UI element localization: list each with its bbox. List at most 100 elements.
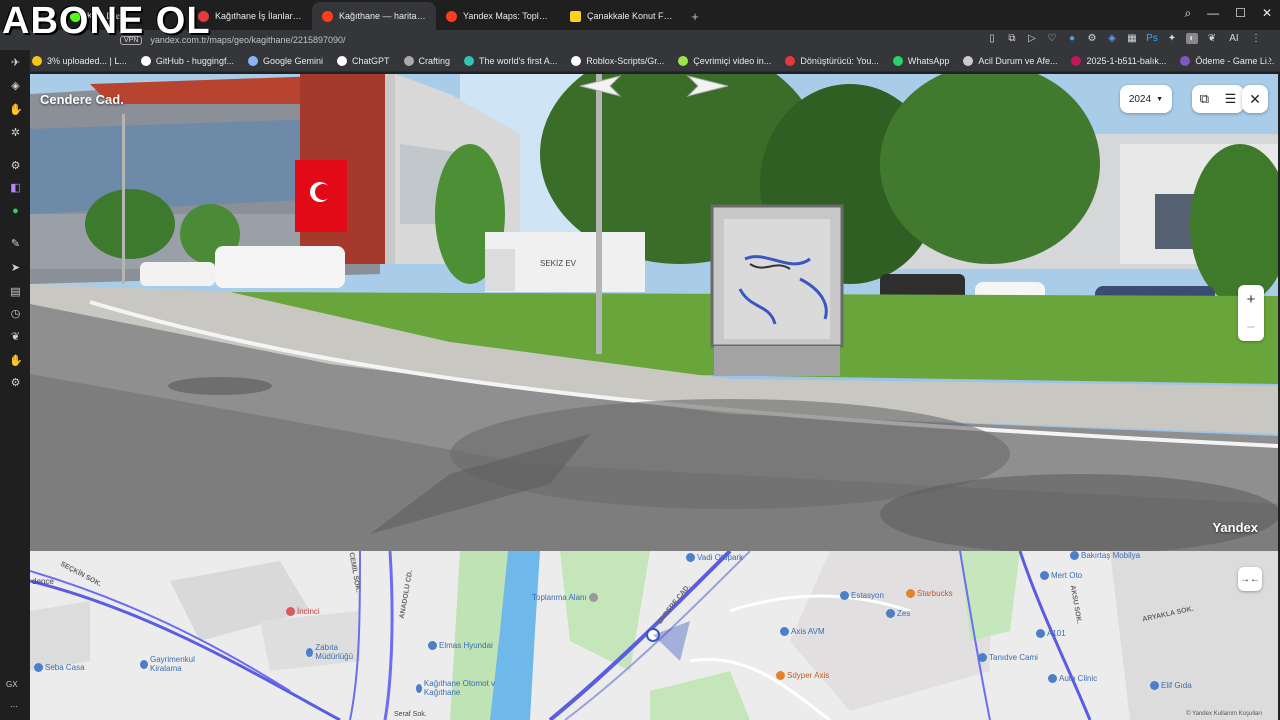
poi-label: Auto Clinic [1059, 674, 1098, 683]
map-poi[interactable]: Estasyon [840, 591, 884, 600]
bookmark-item[interactable]: The world's first A... [464, 55, 557, 66]
menu-icon[interactable]: ☰ [1225, 91, 1237, 107]
ps-icon[interactable]: Ps [1146, 33, 1158, 44]
close-window-icon[interactable]: ✕ [1262, 6, 1272, 21]
map-poi[interactable]: Sdyper Axis [776, 671, 829, 680]
bookmark-label: 2025-1-b511-balık... [1086, 55, 1167, 66]
map-poi[interactable]: İncinci [286, 607, 320, 616]
map-poi[interactable]: Auto Clinic [1048, 674, 1097, 683]
grocery-icon [1150, 681, 1159, 690]
compass-icon[interactable]: ◈ [9, 80, 22, 93]
map-poi[interactable]: Vadi Otopark [686, 553, 743, 562]
leaf-icon[interactable]: ❦ [1206, 33, 1218, 44]
subscribe-watermark: ABONE OL [2, 0, 211, 42]
truck-sign-text: SEKİZ EV [540, 259, 577, 268]
bookmark-item[interactable]: Acil Durum ve Afe... [963, 55, 1057, 66]
messenger-icon[interactable]: ◧ [9, 182, 22, 195]
year-select[interactable]: 2024 ▼ [1119, 85, 1172, 113]
bookmark-item[interactable]: Crafting [403, 55, 450, 66]
map-poi[interactable]: Gayrimenkul Kiralama [140, 655, 220, 673]
search-tabs-icon[interactable]: ⌕ [1184, 6, 1191, 21]
tab-kagithane-map[interactable]: Kağıthane — harita, görüle [312, 2, 436, 30]
hand-icon[interactable]: ✋ [9, 355, 23, 368]
clock-icon[interactable]: ◷ [9, 308, 22, 321]
cast-icon[interactable]: ▷ [1026, 33, 1038, 44]
map-poi[interactable]: Axis AVM [780, 627, 825, 636]
close-panorama-button[interactable]: ✕ [1242, 85, 1268, 113]
street-panorama[interactable]: SEKİZ EV Cendere Cad. 2024 ▼ ⧉ ☰ ✕ + − Y… [30, 74, 1278, 551]
collapse-map-button[interactable]: →← [1238, 567, 1262, 591]
map-poi[interactable]: Mert Oto [1040, 571, 1082, 580]
left-sidebar: ✈ ◈ ✋ ✲ ⚙ ◧ ● ✎ ➤ ▤ ◷ ❦ ✋ ⚙ GX ⋯ [0, 50, 30, 720]
map-poi[interactable]: A101 [1036, 629, 1066, 638]
zoom-in-button[interactable]: + [1247, 291, 1256, 308]
map-poi[interactable]: Seba Casa [34, 663, 85, 672]
bookmark-label: Dönüştürücü: You... [800, 55, 879, 66]
map-poi[interactable]: Kağıthane Otomot v Kağıthane [416, 679, 496, 697]
heart-icon[interactable]: ♡ [1046, 33, 1058, 44]
map-poi[interactable]: Toplanma Alanı [532, 593, 598, 602]
bookmark-item[interactable]: Çevrimiçi video in... [678, 55, 771, 66]
bookmark-label: Roblox-Scripts/Gr... [586, 55, 665, 66]
map-poi[interactable]: Starbucks [906, 589, 953, 598]
bookmark-item[interactable]: 3% uploaded... | L... [32, 55, 127, 66]
map-poi[interactable]: Tanıdve Cami [978, 653, 1038, 662]
nav-arrow-right-icon[interactable] [686, 74, 730, 98]
puzzle-icon[interactable]: ▦ [1126, 33, 1138, 44]
new-tab-button[interactable]: + [684, 5, 706, 27]
tab-canakkale-prices[interactable]: Çanakkale Konut Fiyatları [560, 2, 684, 30]
arrow-icon[interactable]: ➤ [9, 262, 22, 275]
edge-icon[interactable]: ● [1066, 33, 1078, 44]
bookmark-icon[interactable]: ▯ [986, 33, 998, 44]
map-poi[interactable]: Bakırtaş Mobilya [1070, 551, 1140, 560]
bookmark-item[interactable]: Dönüştürücü: You... [785, 55, 879, 66]
government-icon [306, 647, 314, 657]
avatar[interactable]: ◐ [1186, 33, 1198, 44]
tab-yandex-transit[interactable]: Yandex Maps: Toplu taşım [436, 2, 560, 30]
assembly-point-icon [588, 593, 598, 602]
map-poi[interactable]: Zes [886, 609, 910, 618]
sidebar-more-icon[interactable]: ⋯ [10, 702, 18, 711]
brush-icon[interactable]: ✎ [9, 238, 22, 251]
star-icon[interactable]: ✲ [9, 127, 22, 140]
zoom-out-button[interactable]: − [1247, 319, 1256, 336]
window-controls: ⌕ — ☐ ✕ [1184, 6, 1272, 21]
cube-icon[interactable]: ◈ [1106, 33, 1118, 44]
bookmark-item[interactable]: 2025-1-b511-balık... [1071, 55, 1167, 66]
extension-icon[interactable]: ⚙ [1086, 33, 1098, 44]
open-external-icon[interactable]: ⧉ [1200, 91, 1209, 107]
hand-icon[interactable]: ✋ [9, 104, 23, 117]
mini-map[interactable]: Mert Oto Bakırtaş Mobilya Estasyon Starb… [30, 551, 1278, 720]
nav-arrow-left-icon[interactable] [578, 74, 622, 98]
book-icon[interactable]: ▤ [9, 286, 22, 299]
bookmark-item[interactable]: Ödeme - Game Li... [1180, 55, 1274, 66]
bookmarks-more-icon[interactable]: › [1268, 54, 1272, 66]
map-poi[interactable]: Elmas Hyundai [428, 641, 493, 650]
minimize-icon[interactable]: — [1207, 6, 1219, 21]
bookmark-item[interactable]: ChatGPT [336, 55, 390, 66]
pin-icon[interactable]: ✈ [9, 57, 22, 70]
github-icon [140, 55, 151, 66]
screenshot-icon[interactable]: ⧉ [1006, 33, 1018, 44]
address-bar[interactable]: VPN yandex.com.tr/maps/geo/kagithane/221… [120, 32, 980, 48]
map-poi[interactable]: Elif Gıda [1150, 681, 1192, 690]
maximize-icon[interactable]: ☐ [1235, 6, 1246, 21]
bookmark-item[interactable]: Google Gemini [247, 55, 323, 66]
settings-icon[interactable]: ⚙ [9, 377, 22, 390]
poi-label: Zabıta Müdürlüğü [315, 643, 354, 661]
car-icon [1040, 571, 1049, 580]
menu-icon[interactable]: ⋮ [1250, 33, 1262, 44]
shop-icon [840, 591, 849, 600]
bookmark-item[interactable]: WhatsApp [892, 55, 949, 66]
whatsapp-icon[interactable]: ● [9, 205, 22, 218]
bookmark-item[interactable]: Roblox-Scripts/Gr... [571, 55, 665, 66]
sync-icon[interactable]: ✦ [1166, 33, 1178, 44]
leaf-icon[interactable]: ❦ [9, 331, 22, 344]
ai-icon[interactable]: AI [1226, 33, 1242, 44]
map-poi[interactable]: Zabıta Müdürlüğü [306, 643, 366, 661]
sidebar-gx-icon[interactable]: GX [6, 680, 18, 689]
map-canvas [30, 551, 1278, 720]
openai-icon[interactable]: ⚙ [9, 160, 22, 173]
panorama-scene: SEKİZ EV [30, 74, 1278, 551]
bookmark-item[interactable]: GitHub - huggingf... [140, 55, 234, 66]
